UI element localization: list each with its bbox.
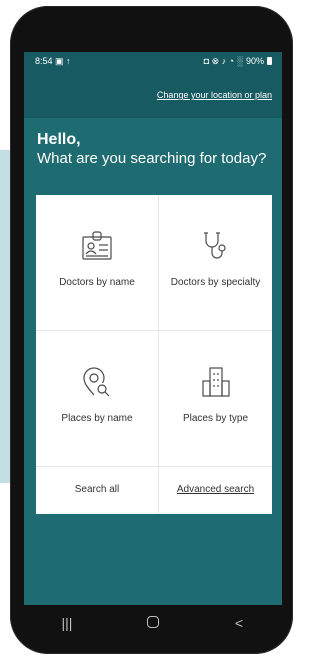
back-button[interactable]: <: [219, 615, 259, 631]
top-bar: Change your location or plan: [24, 70, 282, 118]
clock: 8:54: [35, 55, 53, 66]
greeting-hello: Hello,: [37, 131, 81, 148]
doctors-by-name-option[interactable]: Doctors by name: [36, 195, 159, 331]
option-label: Doctors by name: [59, 277, 135, 288]
location-search-icon: [83, 367, 110, 397]
home-button[interactable]: [133, 615, 173, 631]
id-badge-icon: [82, 231, 112, 260]
advanced-search-label: Advanced search: [176, 484, 255, 495]
search-all-label: Search all: [74, 484, 120, 495]
option-label: Places by type: [182, 413, 249, 424]
status-right: ◘ ⊗ ♪ ◔ ░ 90%: [204, 56, 272, 67]
status-left: 8:54 ▣ ↑: [35, 56, 71, 67]
building-icon: [201, 367, 230, 397]
home-icon: [147, 615, 159, 628]
status-bar: 8:54 ▣ ↑ ◘ ⊗ ♪ ◔ ░ 90%: [24, 52, 282, 70]
battery-level: 90%: [245, 56, 264, 66]
option-label: Places by name: [61, 413, 133, 424]
option-label: Doctors by specialty: [170, 277, 261, 288]
change-location-link[interactable]: Change your location or plan: [157, 90, 272, 100]
battery-icon: [267, 57, 272, 65]
recent-apps-button[interactable]: |||: [47, 615, 87, 631]
search-options-card: Doctors by name Doctors by specialty Pla…: [36, 195, 272, 514]
doctors-by-specialty-option[interactable]: Doctors by specialty: [159, 195, 272, 331]
places-by-type-option[interactable]: Places by type: [159, 331, 272, 467]
notification-icons: ▣ ↑: [55, 55, 71, 66]
search-all-button[interactable]: Search all: [36, 467, 159, 514]
stethoscope-icon: [203, 232, 226, 259]
advanced-search-link[interactable]: Advanced search: [159, 467, 272, 514]
app-screen: 8:54 ▣ ↑ ◘ ⊗ ♪ ◔ ░ 90% Change your locat…: [24, 52, 282, 640]
system-nav-bar: ||| <: [24, 605, 282, 640]
system-icons: ◘ ⊗ ♪ ◔ ░: [203, 55, 243, 66]
places-by-name-option[interactable]: Places by name: [36, 331, 159, 467]
greeting-subtitle: What are you searching for today?: [37, 150, 267, 167]
